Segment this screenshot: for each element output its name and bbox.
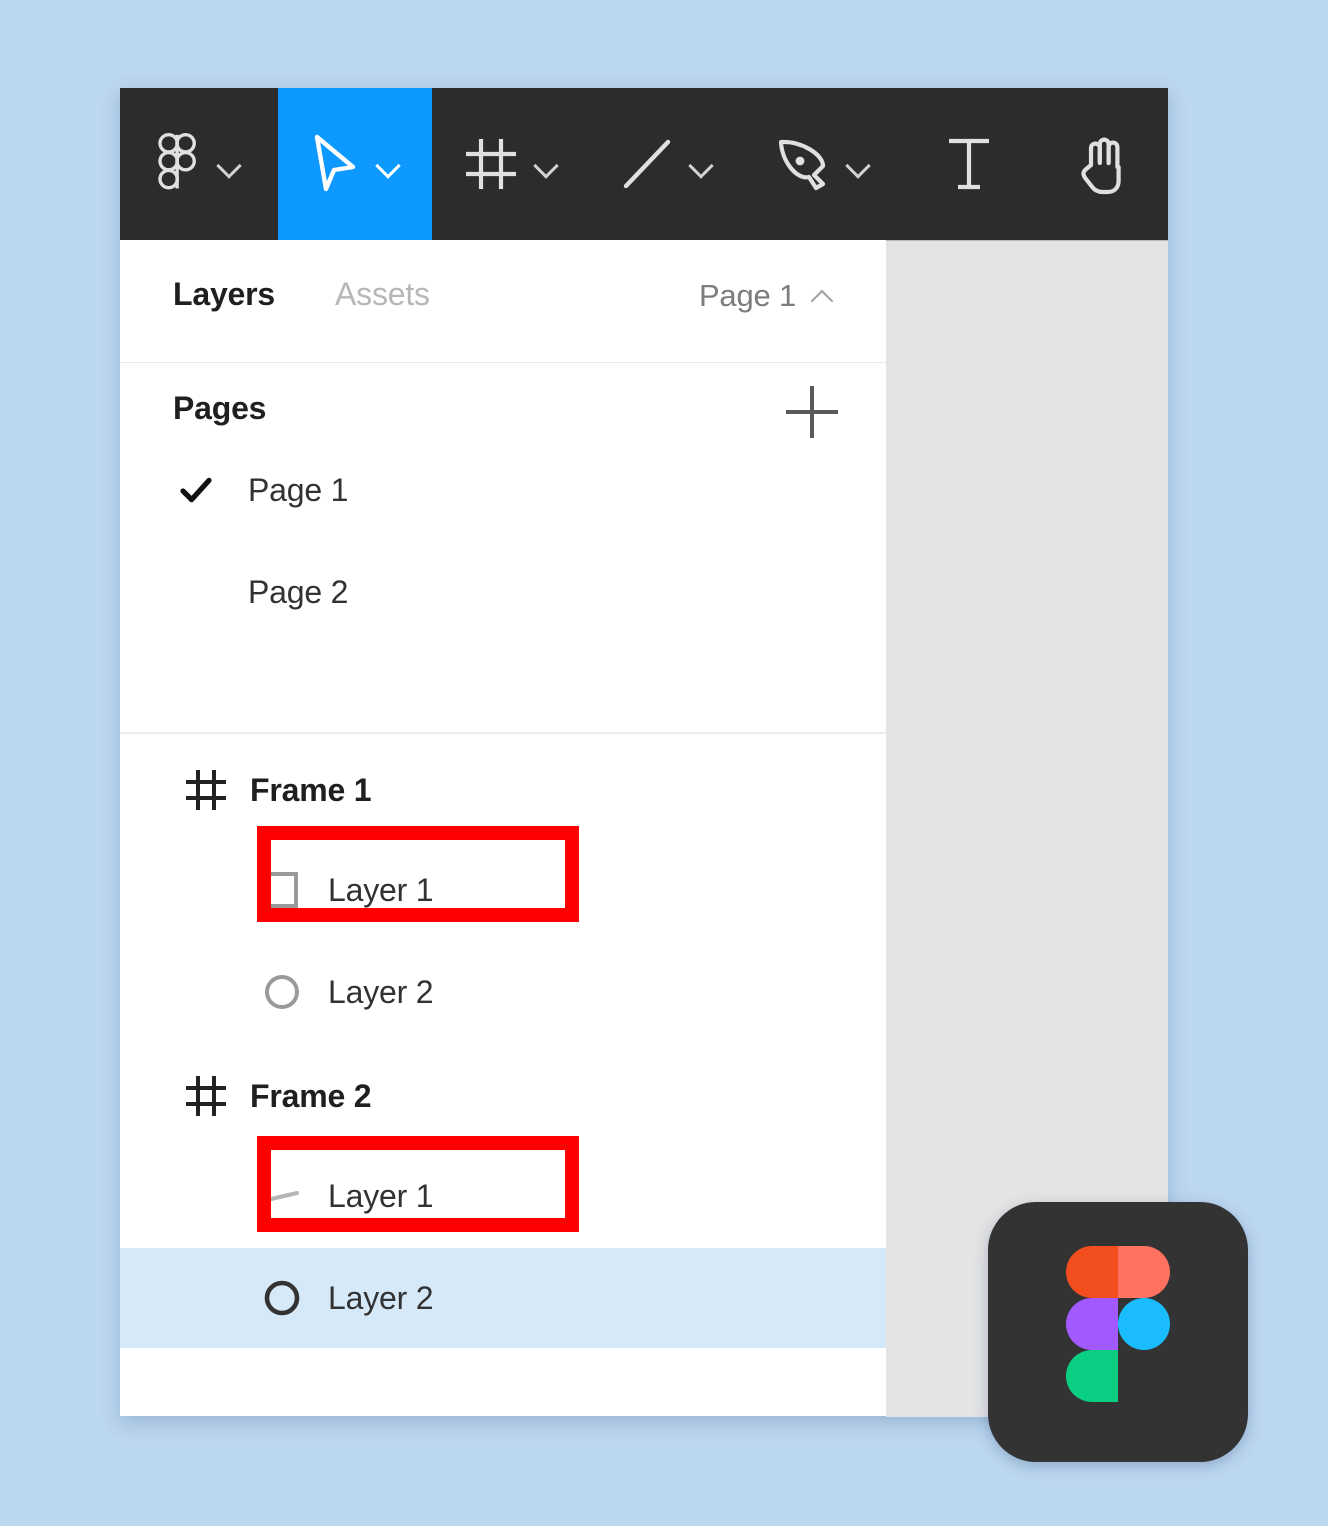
cursor-arrow-icon <box>309 133 361 195</box>
layer-row-frame2-layer1[interactable]: Layer 1 <box>120 1146 886 1246</box>
chevron-down-icon[interactable] <box>375 156 401 172</box>
page-list-item-label: Page 2 <box>248 573 349 610</box>
chevron-down-icon[interactable] <box>688 156 714 172</box>
ellipse-icon <box>260 970 304 1014</box>
page-list-item-label: Page 1 <box>248 471 349 508</box>
toolbar-hand-tool[interactable] <box>1036 88 1168 240</box>
layer-label: Layer 2 <box>328 973 434 1010</box>
frame-hash-icon <box>184 768 228 812</box>
panel-tabs-row: Layers Assets Page 1 <box>120 240 886 363</box>
layer-row-frame-1[interactable]: Frame 1 <box>120 740 886 840</box>
line-diagonal-icon <box>620 136 674 192</box>
figma-logo-icon <box>156 132 202 196</box>
plus-icon[interactable] <box>786 386 838 438</box>
frame-hash-icon <box>184 1074 228 1118</box>
text-t-icon <box>944 135 994 193</box>
toolbar-pen-tool[interactable] <box>744 88 902 240</box>
page-selector-label: Page 1 <box>698 278 796 313</box>
layer-label: Frame 1 <box>250 771 372 808</box>
page-selector-dropdown[interactable]: Page 1 <box>699 278 834 314</box>
rectangle-icon <box>260 868 304 912</box>
toolbar <box>120 88 1168 240</box>
layer-label: Frame 2 <box>250 1077 372 1114</box>
layer-label: Layer 1 <box>328 1177 434 1214</box>
toolbar-text-tool[interactable] <box>902 88 1036 240</box>
toolbar-shape-tool[interactable] <box>590 88 744 240</box>
layer-row-frame1-layer1[interactable]: Layer 1 <box>120 840 886 940</box>
layer-label: Layer 1 <box>328 871 434 908</box>
layer-row-frame-2[interactable]: Frame 2 <box>120 1046 886 1146</box>
chevron-down-icon[interactable] <box>216 156 242 172</box>
left-panel: Layers Assets Page 1 Pages Page 1 Page 2 <box>120 240 886 1416</box>
tab-layers[interactable]: Layers <box>173 276 275 313</box>
checkmark-icon <box>178 472 214 508</box>
chevron-up-icon <box>810 287 834 305</box>
toolbar-frame-tool[interactable] <box>432 88 590 240</box>
ellipse-icon <box>260 1276 304 1320</box>
page-list-item[interactable]: Page 1 <box>120 458 886 522</box>
line-icon <box>260 1174 304 1218</box>
page-list-item[interactable]: Page 2 <box>120 560 886 624</box>
chevron-down-icon[interactable] <box>533 156 559 172</box>
pen-nib-icon <box>775 136 831 192</box>
layer-row-frame2-layer2[interactable]: Layer 2 <box>120 1248 886 1348</box>
layer-label: Layer 2 <box>328 1279 434 1316</box>
chevron-down-icon[interactable] <box>845 156 871 172</box>
toolbar-move-tool[interactable] <box>278 88 432 240</box>
frame-hash-icon <box>463 136 519 192</box>
tab-assets[interactable]: Assets <box>335 276 430 313</box>
pages-title: Pages <box>173 390 267 426</box>
hand-icon <box>1075 133 1129 195</box>
layer-row-frame1-layer2[interactable]: Layer 2 <box>120 942 886 1042</box>
section-divider <box>120 732 886 734</box>
toolbar-figma-menu[interactable] <box>120 88 278 240</box>
pages-section-header: Pages <box>120 362 886 462</box>
figma-logo-badge <box>988 1202 1248 1462</box>
